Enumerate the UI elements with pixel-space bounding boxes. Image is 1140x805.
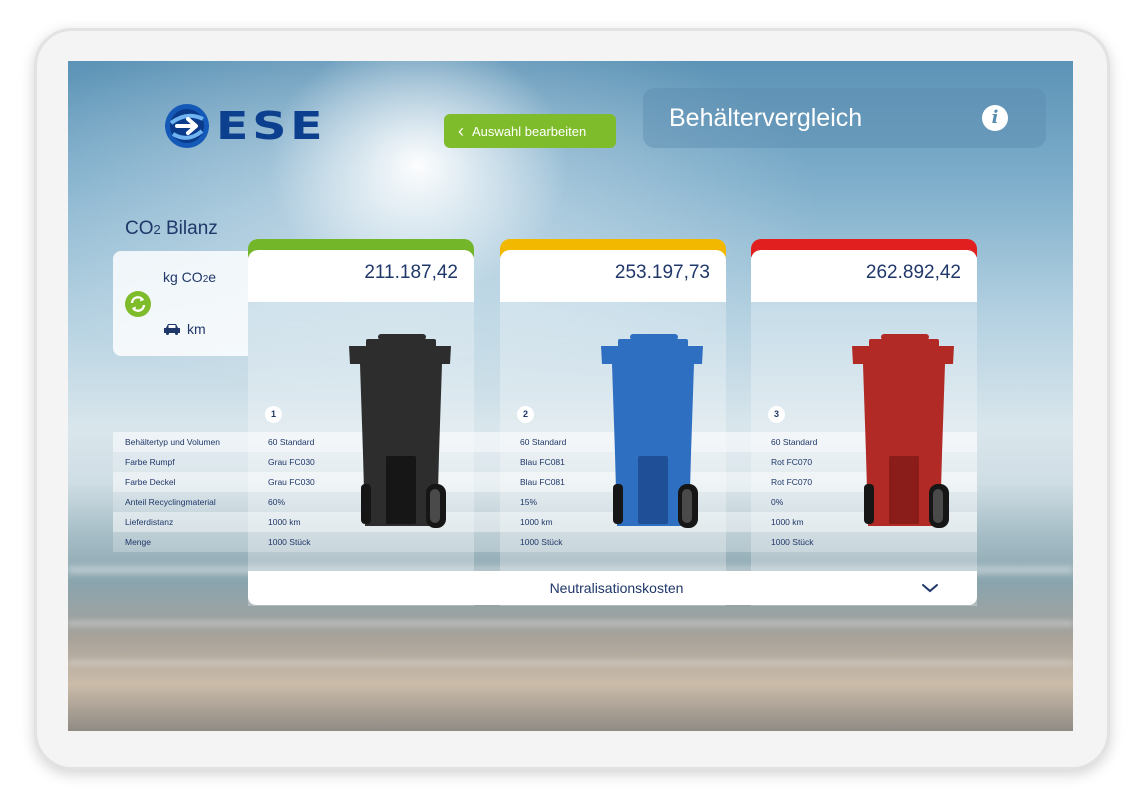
row-label: Farbe Deckel [125,477,176,487]
row-label: Farbe Rumpf [125,457,175,467]
edit-selection-label: Auswahl bearbeiten [472,123,587,139]
row-label: Behältertyp und Volumen [125,437,220,447]
waste-bin-image [601,334,703,528]
edit-selection-button[interactable]: ‹ Auswahl bearbeiten [444,114,616,148]
container-number: 2 [517,406,534,423]
column-header: 211.187,42 [248,250,474,302]
cell-delivery-distance: 1000 km [520,517,553,527]
app-screen: ESE ‹ Auswahl bearbeiten Behälterverglei… [68,61,1073,731]
refresh-toggle-icon[interactable] [125,291,151,317]
row-label: Menge [125,537,151,547]
cell-delivery-distance: 1000 km [771,517,804,527]
title-panel: Behältervergleich i [643,88,1046,148]
logo-text: ESE [216,104,327,148]
cell-lid-color: Rot FC070 [771,477,813,487]
neutralization-costs-label: Neutralisationskosten [549,580,684,596]
row-label: Anteil Recyclingmaterial [125,497,216,507]
cell-body-color: Grau FC030 [268,457,315,467]
metric-toggle-card: kg CO2e km [113,251,248,356]
chevron-left-icon: ‹ [458,121,464,141]
cell-type-volume: 60 Standard [268,437,315,447]
cell-recycling-share: 0% [771,497,784,507]
cell-quantity: 1000 Stück [771,537,814,547]
cell-delivery-distance: 1000 km [268,517,301,527]
cell-type-volume: 60 Standard [520,437,567,447]
car-icon [164,324,180,335]
cell-recycling-share: 60% [268,497,286,507]
cell-type-volume: 60 Standard [771,437,818,447]
ese-logo-icon [165,104,209,148]
unit-km-label: km [187,321,206,337]
waste-bin-image [852,334,954,528]
container-column-1[interactable]: 211.187,42 1 60 Standard Grau FC030 Grau… [248,239,474,606]
unit-km-option[interactable]: km [163,321,206,337]
chevron-down-icon [922,584,938,593]
page-title: Behältervergleich [669,104,863,132]
cell-recycling-share: 15% [520,497,538,507]
co2-value: 253.197,73 [614,262,710,283]
container-number: 1 [265,406,282,423]
unit-co2-option[interactable]: kg CO2e [163,269,216,285]
column-header: 262.892,42 [751,250,977,302]
neutralization-costs-toggle[interactable]: Neutralisationskosten [248,571,977,605]
cell-body-color: Blau FC081 [520,457,565,467]
info-icon[interactable]: i [982,105,1008,131]
row-label: Lieferdistanz [125,517,174,527]
background-streak [68,661,1073,665]
container-number: 3 [768,406,785,423]
cell-quantity: 1000 Stück [268,537,311,547]
co2-balance-title: CO2 Bilanz [125,218,218,239]
co2-value: 211.187,42 [364,262,458,283]
background-streak [68,621,1073,626]
cell-quantity: 1000 Stück [520,537,563,547]
cell-lid-color: Blau FC081 [520,477,565,487]
ese-logo: ESE [164,103,323,149]
container-column-2[interactable]: 253.197,73 2 60 Standard Blau FC081 Blau… [500,239,726,606]
co2-value: 262.892,42 [865,262,961,283]
container-column-3[interactable]: 262.892,42 3 60 Standard Rot FC070 Rot F… [751,239,977,606]
cell-lid-color: Grau FC030 [268,477,315,487]
cell-body-color: Rot FC070 [771,457,813,467]
column-header: 253.197,73 [500,250,726,302]
waste-bin-image [349,334,451,528]
